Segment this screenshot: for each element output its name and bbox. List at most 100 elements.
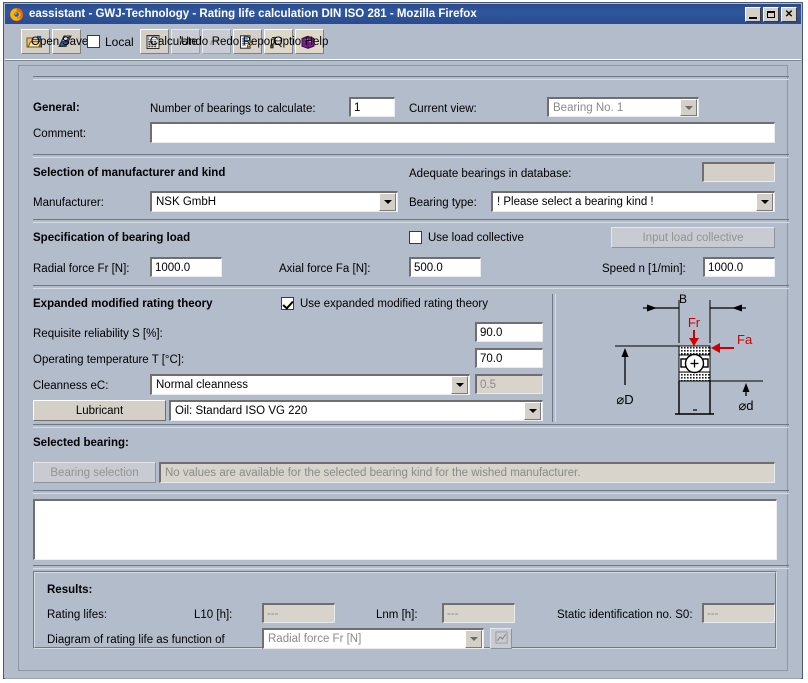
use-load-collective-checkbox[interactable]: Use load collective	[409, 231, 524, 244]
client-area: General: Number of bearings to calculate…	[5, 60, 801, 678]
window-controls: ✕	[745, 7, 797, 22]
bearing-selection-message: No values are available for the selected…	[159, 462, 775, 483]
theory-vertical-divider	[552, 294, 556, 422]
lubricant-combo[interactable]: Oil: Standard ISO VG 220	[169, 400, 543, 421]
redo-button[interactable]: Redo	[202, 29, 231, 54]
comment-input[interactable]	[150, 122, 775, 143]
separator-results	[33, 565, 789, 569]
selected-bearing-heading: Selected bearing:	[33, 437, 129, 449]
close-button[interactable]: ✕	[781, 7, 797, 22]
application-window: eassistant - GWJ-Technology - Rating lif…	[3, 2, 803, 679]
l10-value: ---	[262, 603, 335, 623]
lubricant-value: Oil: Standard ISO VG 220	[171, 405, 524, 417]
lubricant-button[interactable]: Lubricant	[33, 400, 166, 421]
show-diagram-button[interactable]	[490, 628, 512, 649]
lnm-label: Lnm [h]:	[376, 609, 418, 621]
chevron-down-icon[interactable]	[756, 193, 773, 211]
bearing-selection-button[interactable]: Bearing selection	[33, 462, 156, 483]
diagram-function-combo[interactable]: Radial force Fr [N]	[262, 628, 484, 649]
radial-force-label: Radial force Fr [N]:	[33, 263, 130, 275]
manufacturer-heading: Selection of manufacturer and kind	[33, 167, 225, 179]
separator-theory	[33, 285, 789, 289]
lubricant-button-label: Lubricant	[76, 405, 123, 417]
diagram-function-value: Radial force Fr [N]	[264, 633, 465, 645]
bearing-type-combo[interactable]: ! Please select a bearing kind !	[491, 191, 775, 212]
temperature-label: Operating temperature T [°C]:	[33, 354, 184, 366]
use-theory-label: Use expanded modified rating theory	[300, 298, 488, 310]
bearing-type-value: ! Please select a bearing kind !	[493, 196, 756, 208]
diagram-function-label: Diagram of rating life as function of	[47, 634, 225, 646]
help-button-label: Help	[305, 36, 329, 48]
diagram-label-D: ⌀D	[616, 392, 633, 407]
axial-force-input[interactable]: 500.0	[409, 257, 481, 277]
form-panel: General: Number of bearings to calculate…	[18, 65, 788, 671]
reliability-input[interactable]: 90.0	[475, 322, 543, 342]
use-load-collective-box[interactable]	[409, 231, 422, 244]
options-button[interactable]: Options	[264, 29, 293, 54]
maximize-button[interactable]	[763, 7, 779, 22]
minimize-button[interactable]	[745, 7, 761, 22]
use-theory-box[interactable]	[281, 297, 294, 310]
open-button-label: Open	[31, 36, 59, 48]
bearing-type-label: Bearing type:	[409, 197, 477, 209]
number-of-bearings-input[interactable]: 1	[349, 97, 395, 117]
number-of-bearings-label: Number of bearings to calculate:	[150, 103, 316, 115]
redo-button-label: Redo	[212, 36, 240, 48]
report-button[interactable]: Report	[233, 29, 262, 54]
results-heading: Results:	[47, 584, 92, 596]
undo-button[interactable]: Undo	[171, 29, 200, 54]
chevron-down-icon[interactable]	[379, 193, 396, 211]
manufacturer-label: Manufacturer:	[33, 197, 104, 209]
use-load-collective-label: Use load collective	[428, 232, 524, 244]
manufacturer-value: NSK GmbH	[152, 196, 379, 208]
title-bar: eassistant - GWJ-Technology - Rating lif…	[5, 4, 801, 24]
diagram-label-d: ⌀d	[738, 398, 753, 413]
diagram-label-Fa: Fa	[737, 332, 753, 347]
window-bottom-edge	[5, 678, 801, 679]
temperature-input[interactable]: 70.0	[475, 348, 543, 368]
radial-force-input[interactable]: 1000.0	[150, 257, 222, 277]
use-theory-checkbox[interactable]: Use expanded modified rating theory	[281, 297, 488, 310]
lnm-value: ---	[442, 603, 515, 623]
separator-load	[33, 219, 789, 223]
save-button[interactable]: Save	[52, 29, 81, 54]
load-heading: Specification of bearing load	[33, 232, 190, 244]
window-title: eassistant - GWJ-Technology - Rating lif…	[29, 8, 477, 20]
toolbar: Open Save Local	[5, 24, 801, 60]
local-checkbox-label: Local	[105, 35, 134, 49]
open-button[interactable]: Open	[21, 29, 50, 54]
comment-label: Comment:	[33, 128, 86, 140]
input-load-collective-button[interactable]: Input load collective	[611, 227, 775, 248]
local-checkbox-box[interactable]	[87, 35, 100, 48]
static-identification-value: ---	[702, 603, 775, 623]
current-view-value: Bearing No. 1	[549, 102, 680, 114]
cleanness-label: Cleanness eC:	[33, 380, 108, 392]
cleanness-combo[interactable]: Normal cleanness	[150, 374, 470, 395]
input-load-collective-label: Input load collective	[642, 232, 743, 244]
adequate-bearings-label: Adequate bearings in database:	[409, 168, 571, 180]
chevron-down-icon[interactable]	[680, 99, 697, 116]
chevron-down-icon[interactable]	[524, 402, 541, 420]
help-button[interactable]: Help	[295, 29, 324, 54]
firefox-icon	[9, 7, 24, 22]
undo-button-label: Undo	[181, 36, 209, 48]
calculate-button[interactable]: Calculate	[140, 29, 169, 54]
close-icon: ✕	[782, 8, 796, 21]
chevron-down-icon[interactable]	[451, 376, 468, 394]
chart-icon	[495, 631, 508, 647]
speed-label: Speed n [1/min]:	[602, 263, 686, 275]
chevron-down-icon[interactable]	[465, 630, 482, 648]
separator-selected	[33, 424, 789, 428]
separator-manufacturer	[33, 154, 789, 158]
speed-input[interactable]: 1000.0	[703, 257, 775, 277]
l10-label: L10 [h]:	[194, 609, 232, 621]
diagram-label-B: B	[679, 292, 687, 306]
theory-heading: Expanded modified rating theory	[33, 298, 213, 310]
local-checkbox[interactable]: Local	[87, 29, 134, 54]
save-button-label: Save	[62, 36, 88, 48]
message-area[interactable]	[33, 499, 777, 560]
current-view-combo[interactable]: Bearing No. 1	[547, 97, 699, 117]
diagram-label-Fr: Fr	[688, 315, 701, 330]
manufacturer-combo[interactable]: NSK GmbH	[150, 191, 398, 212]
separator-top	[33, 76, 789, 80]
